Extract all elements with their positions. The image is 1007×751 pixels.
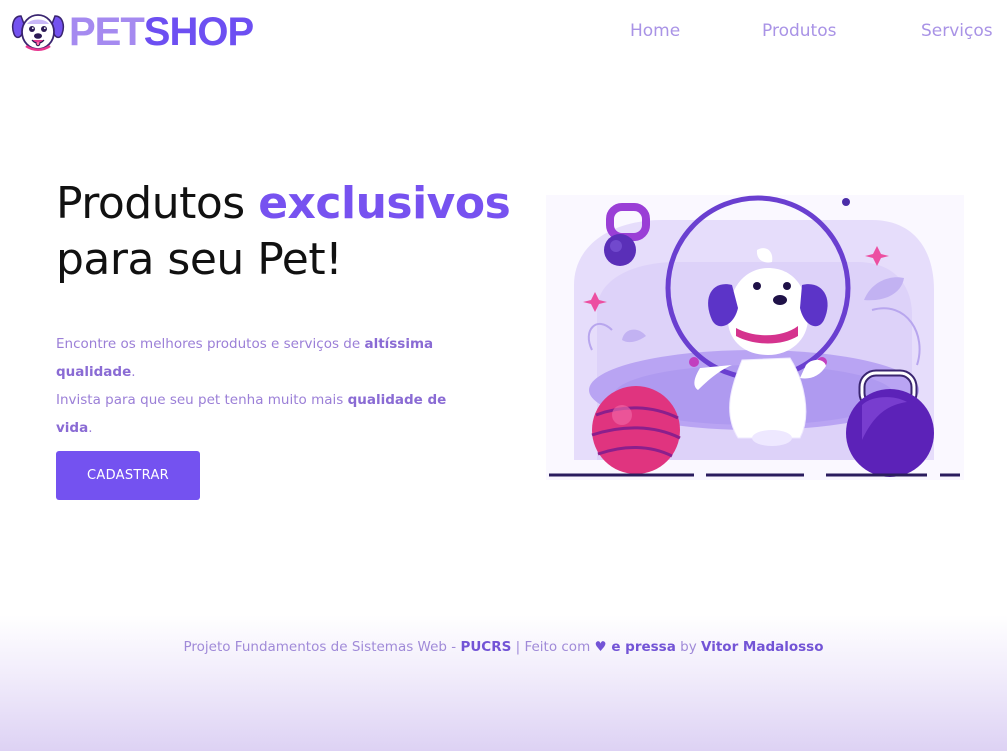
dog-face-icon (11, 14, 65, 51)
brand-part-shop: SHOP (143, 10, 254, 54)
brand-name: PETSHOP (69, 10, 254, 54)
dog-jumping-illustration (546, 195, 964, 480)
hero-text-part4: . (88, 420, 93, 436)
hero-title-highlight: exclusivos (258, 178, 511, 229)
footer-heart: ♥ e pressa (594, 639, 676, 655)
footer: Projeto Fundamentos de Sistemas Web - PU… (0, 615, 1007, 751)
nav-home[interactable]: Home (630, 21, 680, 45)
footer-pucrs: PUCRS (460, 639, 512, 655)
brand-part-pet: PET (69, 10, 145, 54)
nav-servicos[interactable]: Serviços (921, 21, 993, 45)
nav-produtos[interactable]: Produtos (762, 21, 836, 45)
page: PETSHOP Home Produtos Serviços Produtos … (0, 0, 1007, 751)
footer-text-3: by (675, 639, 701, 655)
footer-text-2: | Feito com (511, 639, 595, 655)
hero-text-part3: Invista para que seu pet tenha muito mai… (56, 392, 348, 408)
footer-author: Vitor Madalosso (701, 639, 824, 655)
hero-text-part1: Encontre os melhores produtos e serviços… (56, 336, 365, 352)
footer-credits: Projeto Fundamentos de Sistemas Web - PU… (0, 639, 1007, 655)
hero-title-line2: para seu Pet! (56, 234, 343, 285)
hero-title-part1: Produtos (56, 178, 259, 229)
hero-title: Produtos exclusivos para seu Pet! (56, 176, 511, 288)
footer-text-1: Projeto Fundamentos de Sistemas Web - (183, 639, 461, 655)
hero-text-part2: . (131, 364, 136, 380)
hero-description: Encontre os melhores produtos e serviços… (56, 330, 476, 442)
cadastrar-button[interactable]: CADASTRAR (56, 451, 200, 500)
logo[interactable]: PETSHOP (11, 10, 254, 54)
